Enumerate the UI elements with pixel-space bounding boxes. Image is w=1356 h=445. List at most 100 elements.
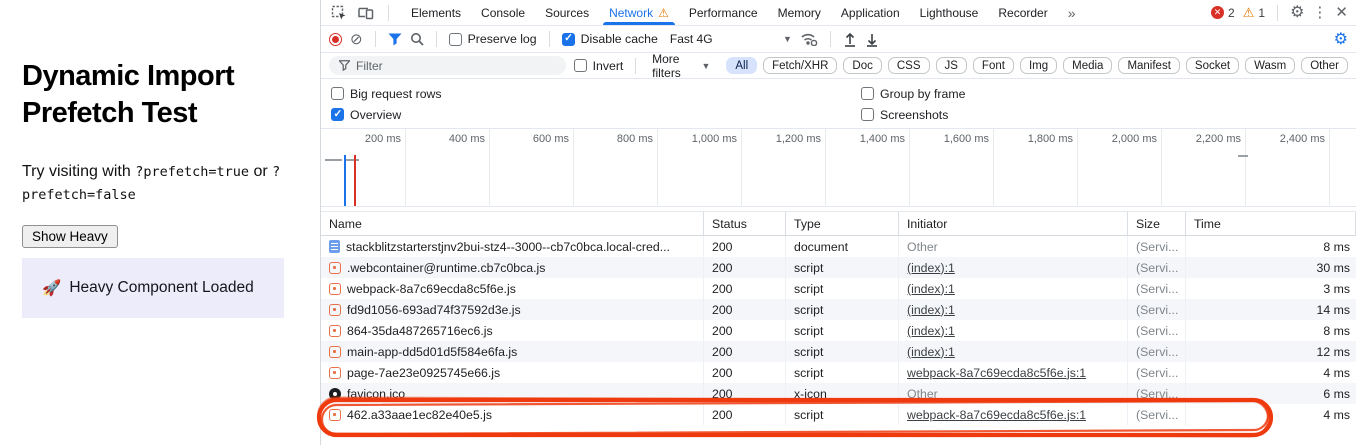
cell-size[interactable]: (Servi... (1128, 236, 1186, 257)
cell-initiator[interactable]: (index):1 (899, 278, 1128, 299)
screenshots-checkbox[interactable]: Screenshots (861, 108, 1346, 122)
import-har-icon[interactable] (843, 32, 857, 47)
cell-time[interactable]: 4 ms (1186, 362, 1356, 383)
cell-type[interactable]: document (786, 236, 899, 257)
cell-type[interactable]: script (786, 341, 899, 362)
cell-type[interactable]: script (786, 404, 899, 425)
cell-size[interactable]: (Servi... (1128, 278, 1186, 299)
more-filters-button[interactable]: More filters ▼ (652, 52, 710, 80)
tab-elements[interactable]: Elements (401, 0, 471, 25)
chip-media[interactable]: Media (1063, 57, 1112, 74)
cell-status[interactable]: 200 (704, 278, 786, 299)
cell-initiator[interactable]: (index):1 (899, 257, 1128, 278)
device-toolbar-icon[interactable] (357, 5, 374, 20)
clear-network-log-icon[interactable]: ⊘ (350, 30, 363, 48)
group-by-frame-box[interactable] (861, 87, 874, 100)
cell-size[interactable]: (Servi... (1128, 362, 1186, 383)
initiator-link[interactable]: webpack-8a7c69ecda8c5f6e.js:1 (907, 366, 1086, 380)
overview-checkbox[interactable]: Overview (331, 108, 861, 122)
settings-gear-icon[interactable]: ⚙ (1290, 5, 1304, 21)
cell-type[interactable]: script (786, 257, 899, 278)
chip-img[interactable]: Img (1020, 57, 1057, 74)
table-row[interactable]: page-7ae23e0925745e66.js200script webpack… (321, 362, 1356, 383)
column-header-initiator[interactable]: Initiator (899, 212, 1128, 235)
error-count[interactable]: 2 (1228, 6, 1235, 20)
big-request-rows-checkbox[interactable]: Big request rows (331, 87, 861, 101)
disable-cache-checkbox[interactable]: Disable cache (562, 32, 658, 46)
cell-initiator[interactable]: Other (899, 383, 1128, 404)
cell-name[interactable]: main-app-dd5d01d5f584e6fa.js (321, 341, 704, 362)
column-header-size[interactable]: Size (1128, 212, 1186, 235)
close-devtools-icon[interactable]: ✕ (1335, 5, 1348, 20)
tab-lighthouse[interactable]: Lighthouse (910, 0, 989, 25)
initiator-link[interactable]: (index):1 (907, 324, 955, 338)
cell-size[interactable]: (Servi... (1128, 383, 1186, 404)
table-row[interactable]: favicon.ico200x-iconOther(Servi...6 ms (321, 383, 1356, 404)
cell-time[interactable]: 14 ms (1186, 299, 1356, 320)
tab-application[interactable]: Application (831, 0, 910, 25)
cell-status[interactable]: 200 (704, 362, 786, 383)
cell-name[interactable]: 462.a33aae1ec82e40e5.js (321, 404, 704, 425)
chip-fetchxhr[interactable]: Fetch/XHR (763, 57, 837, 74)
group-by-frame-checkbox[interactable]: Group by frame (861, 87, 1346, 101)
screenshots-box[interactable] (861, 108, 874, 121)
cell-type[interactable]: script (786, 299, 899, 320)
table-row[interactable]: webpack-8a7c69ecda8c5f6e.js200script(ind… (321, 278, 1356, 299)
filter-funnel-icon[interactable] (388, 33, 402, 46)
column-header-type[interactable]: Type (786, 212, 899, 235)
cell-status[interactable]: 200 (704, 404, 786, 425)
cell-name[interactable]: webpack-8a7c69ecda8c5f6e.js (321, 278, 704, 299)
cell-type[interactable]: script (786, 362, 899, 383)
preserve-log-checkbox-box[interactable] (449, 33, 462, 46)
big-request-rows-box[interactable] (331, 87, 344, 100)
tab-network[interactable]: Network⚠ (599, 0, 679, 25)
chip-other[interactable]: Other (1301, 57, 1348, 74)
record-network-log-button[interactable] (329, 33, 342, 46)
table-row[interactable]: 864-35da487265716ec6.js200script (index):… (321, 320, 1356, 341)
cell-type[interactable]: script (786, 320, 899, 341)
cell-name[interactable]: favicon.ico (321, 383, 704, 404)
chip-css[interactable]: CSS (888, 57, 930, 74)
cell-status[interactable]: 200 (704, 320, 786, 341)
cell-initiator[interactable]: (index):1 (899, 341, 1128, 362)
tab-recorder[interactable]: Recorder (988, 0, 1057, 25)
initiator-link[interactable]: (index):1 (907, 345, 955, 359)
overview-box[interactable] (331, 108, 344, 121)
cell-status[interactable]: 200 (704, 257, 786, 278)
table-row[interactable]: stackblitzstarterstjnv2bui-stz4--3000--c… (321, 236, 1356, 257)
column-header-time[interactable]: Time (1186, 212, 1356, 235)
tab-memory[interactable]: Memory (768, 0, 831, 25)
cell-name[interactable]: 864-35da487265716ec6.js (321, 320, 704, 341)
chip-socket[interactable]: Socket (1186, 57, 1239, 74)
initiator-link[interactable]: webpack-8a7c69ecda8c5f6e.js:1 (907, 408, 1086, 422)
column-header-status[interactable]: Status (704, 212, 786, 235)
table-row[interactable]: main-app-dd5d01d5f584e6fa.js200script(in… (321, 341, 1356, 362)
network-conditions-icon[interactable] (800, 32, 818, 46)
cell-name[interactable]: fd9d1056-693ad74f37592d3e.js (321, 299, 704, 320)
warning-count[interactable]: 1 (1258, 6, 1265, 20)
column-header-name[interactable]: Name (321, 212, 704, 235)
disable-cache-checkbox-box[interactable] (562, 33, 575, 46)
inspect-element-icon[interactable] (331, 5, 347, 21)
cell-name[interactable]: page-7ae23e0925745e66.js (321, 362, 704, 383)
initiator-link[interactable]: (index):1 (907, 303, 955, 317)
invert-checkbox[interactable]: Invert (574, 59, 624, 73)
tab-console[interactable]: Console (471, 0, 535, 25)
cell-status[interactable]: 200 (704, 299, 786, 320)
more-tabs-button[interactable]: » (1058, 0, 1086, 25)
cell-initiator[interactable]: Other (899, 236, 1128, 257)
cell-size[interactable]: (Servi... (1128, 299, 1186, 320)
cell-time[interactable]: 8 ms (1186, 236, 1356, 257)
network-overview-timeline[interactable]: 200 ms400 ms600 ms800 ms1,000 ms1,200 ms… (321, 129, 1356, 207)
table-row-highlighted[interactable]: 462.a33aae1ec82e40e5.js200script webpack-… (321, 404, 1356, 425)
cell-time[interactable]: 4 ms (1186, 404, 1356, 425)
cell-time[interactable]: 12 ms (1186, 341, 1356, 362)
filter-input[interactable]: Filter (329, 56, 566, 75)
cell-type[interactable]: x-icon (786, 383, 899, 404)
chip-doc[interactable]: Doc (843, 57, 881, 74)
cell-time[interactable]: 8 ms (1186, 320, 1356, 341)
network-settings-gear-icon[interactable]: ⚙ (1334, 29, 1348, 49)
chip-manifest[interactable]: Manifest (1118, 57, 1179, 74)
tab-performance[interactable]: Performance (679, 0, 768, 25)
initiator-link[interactable]: (index):1 (907, 261, 955, 275)
